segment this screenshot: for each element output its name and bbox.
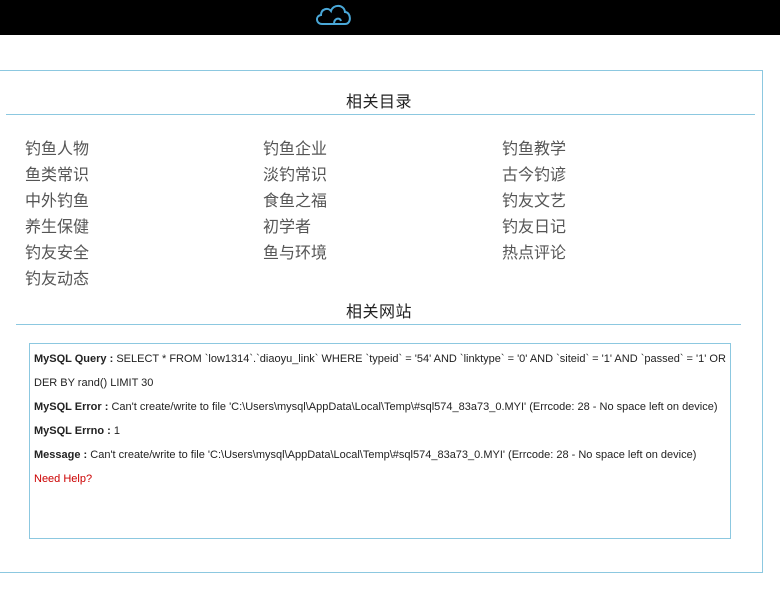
related-dirs-title: 相关目录 bbox=[345, 92, 412, 111]
related-panel: 相关目录 钓鱼人物 鱼类常识 中外钓鱼 养生保健 钓友安全 钓友动态 钓鱼企业 淡钓常识 食鱼之… bbox=[0, 70, 763, 573]
query-line: MySQL Query : SELECT * FROM `low1314`.`d… bbox=[34, 347, 726, 395]
category-link[interactable]: 鱼与环境 bbox=[263, 239, 327, 263]
category-link[interactable]: 养生保健 bbox=[25, 213, 89, 237]
category-link[interactable]: 淡钓常识 bbox=[263, 161, 327, 185]
message-label: Message : bbox=[34, 449, 88, 461]
category-link[interactable]: 钓友安全 bbox=[25, 239, 89, 263]
message-value: Can't create/write to file 'C:\Users\mys… bbox=[90, 449, 697, 461]
error-value: Can't create/write to file 'C:\Users\mys… bbox=[111, 401, 718, 413]
category-link[interactable]: 钓鱼人物 bbox=[25, 135, 89, 159]
divider bbox=[6, 114, 755, 115]
top-bar bbox=[0, 0, 780, 35]
category-link[interactable]: 古今钓谚 bbox=[502, 161, 566, 185]
query-label: MySQL Query : bbox=[34, 353, 114, 365]
divider bbox=[16, 324, 741, 325]
category-link[interactable]: 初学者 bbox=[263, 213, 311, 237]
category-link[interactable]: 钓友日记 bbox=[502, 213, 566, 237]
mysql-error-box: MySQL Query : SELECT * FROM `low1314`.`d… bbox=[29, 343, 731, 539]
cloud-icon[interactable] bbox=[313, 0, 355, 28]
category-link[interactable]: 鱼类常识 bbox=[25, 161, 89, 185]
need-help-link[interactable]: Need Help? bbox=[34, 473, 92, 485]
category-link[interactable]: 食鱼之福 bbox=[263, 187, 327, 211]
error-line: MySQL Error : Can't create/write to file… bbox=[34, 395, 726, 419]
message-line: Message : Can't create/write to file 'C:… bbox=[34, 443, 726, 467]
errno-line: MySQL Errno : 1 bbox=[34, 419, 726, 443]
category-link[interactable]: 钓鱼企业 bbox=[263, 135, 327, 159]
errno-label: MySQL Errno : bbox=[34, 425, 111, 437]
related-sites-title: 相关网站 bbox=[345, 302, 412, 321]
category-link[interactable]: 钓鱼教学 bbox=[502, 135, 566, 159]
category-link[interactable]: 钓友动态 bbox=[25, 265, 89, 289]
category-link[interactable]: 中外钓鱼 bbox=[25, 187, 89, 211]
errno-value: 1 bbox=[113, 425, 120, 437]
query-value: SELECT * FROM `low1314`.`diaoyu_link` WH… bbox=[34, 353, 726, 389]
error-label: MySQL Error : bbox=[34, 401, 109, 413]
category-link[interactable]: 钓友文艺 bbox=[502, 187, 566, 211]
category-link[interactable]: 热点评论 bbox=[502, 239, 566, 263]
